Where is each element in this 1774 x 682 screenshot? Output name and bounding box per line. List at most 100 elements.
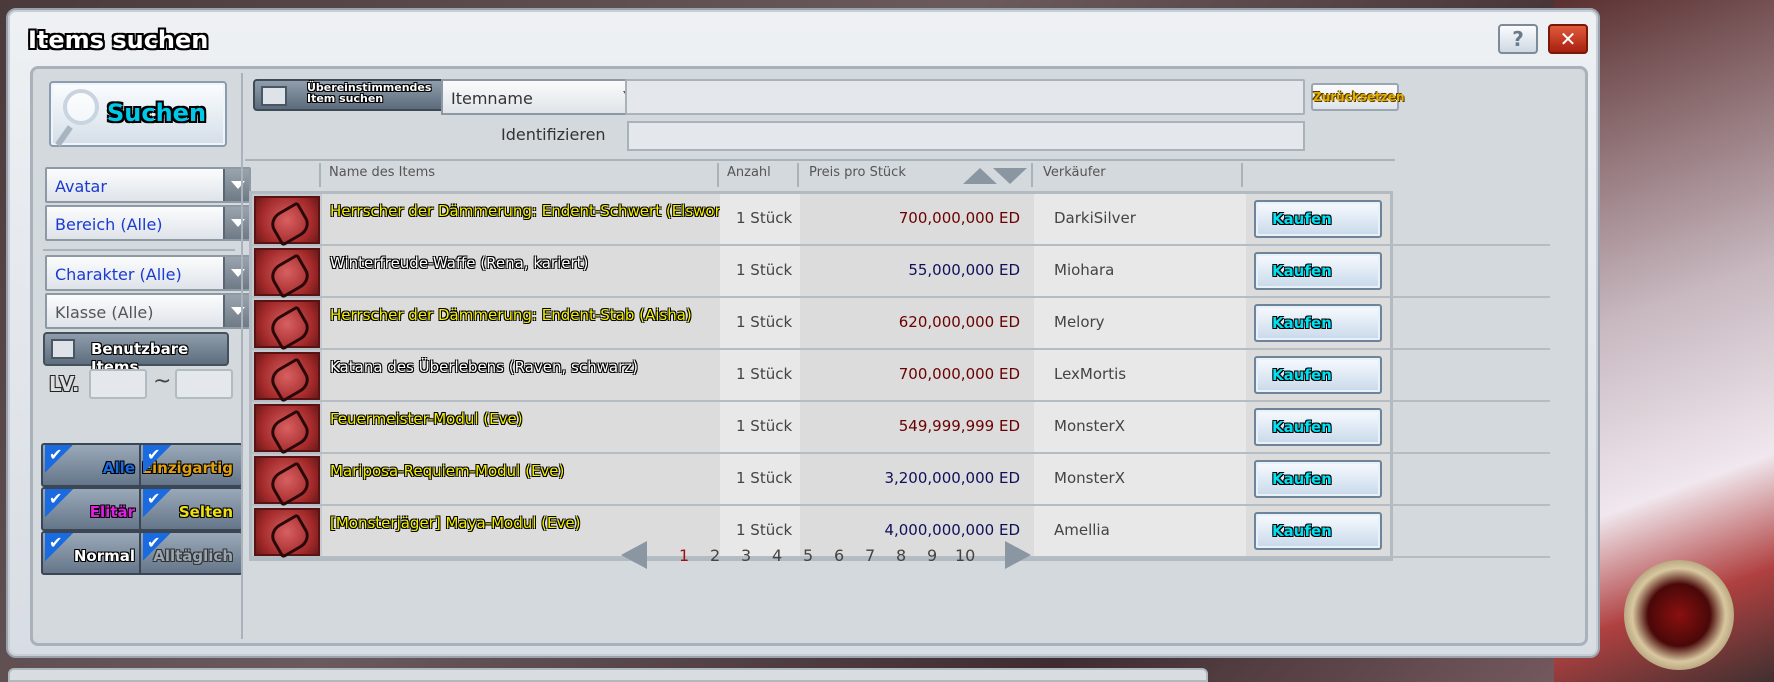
level-label: LV. bbox=[49, 372, 80, 396]
item-name: Mariposa-Requiem-Modul (Eve) bbox=[330, 462, 565, 480]
item-price: 55,000,000 ED bbox=[908, 261, 1020, 279]
column-separator bbox=[717, 163, 719, 187]
item-seller: MonsterX bbox=[1054, 417, 1125, 435]
buy-button[interactable]: Kaufen bbox=[1254, 252, 1382, 290]
help-button[interactable]: ? bbox=[1498, 24, 1538, 54]
page-8[interactable]: 8 bbox=[896, 546, 906, 565]
buy-button[interactable]: Kaufen bbox=[1254, 356, 1382, 394]
item-seller: Melory bbox=[1054, 313, 1105, 331]
search-field-select[interactable]: Itemname bbox=[441, 79, 647, 115]
avatar-dropdown[interactable]: Avatar bbox=[45, 167, 251, 203]
item-seller: Amellia bbox=[1054, 521, 1110, 539]
item-search-window: Items suchen ? ✕ Suchen Avatar Bereich (… bbox=[6, 8, 1600, 658]
header-divider bbox=[245, 159, 1395, 161]
col-header-name[interactable]: Name des Items bbox=[329, 165, 435, 180]
item-thumbnail bbox=[254, 196, 320, 244]
item-name: Katana des Überlebens (Raven, schwarz) bbox=[330, 358, 638, 376]
area-dropdown[interactable]: Bereich (Alle) bbox=[45, 205, 251, 241]
content-panel: Suchen Avatar Bereich (Alle) Charakter (… bbox=[30, 66, 1588, 646]
table-row: Herrscher der Dämmerung: Endent-Schwert … bbox=[252, 194, 1550, 246]
item-thumbnail bbox=[254, 248, 320, 296]
chevron-down-icon bbox=[223, 295, 249, 327]
table-row: Feuermeister-Modul (Eve) 1 Stück 549,999… bbox=[252, 402, 1550, 454]
column-separator bbox=[1241, 163, 1243, 187]
item-name: [Monsterjäger] Maya-Modul (Eve) bbox=[330, 514, 581, 532]
background-eye bbox=[1624, 560, 1734, 670]
col-header-price[interactable]: Preis pro Stück bbox=[809, 165, 906, 180]
item-price: 3,200,000,000 ED bbox=[884, 469, 1020, 487]
item-qty: 1 Stück bbox=[736, 365, 793, 383]
filter-elite[interactable]: Elitär bbox=[41, 487, 145, 531]
exact-match-toggle[interactable]: Übereinstimmendes Item suchen bbox=[253, 79, 463, 111]
usable-items-checkbox[interactable] bbox=[51, 339, 75, 359]
exact-match-checkbox[interactable] bbox=[261, 86, 287, 106]
page-9[interactable]: 9 bbox=[927, 546, 937, 565]
item-qty: 1 Stück bbox=[736, 209, 793, 227]
window-title: Items suchen bbox=[28, 26, 209, 54]
page-5[interactable]: 5 bbox=[803, 546, 813, 565]
column-separator bbox=[319, 163, 321, 187]
filter-unique[interactable]: Einzigartig bbox=[139, 443, 243, 487]
item-price: 700,000,000 ED bbox=[898, 209, 1020, 227]
col-header-seller[interactable]: Verkäufer bbox=[1043, 165, 1106, 180]
close-button[interactable]: ✕ bbox=[1548, 24, 1588, 54]
filter-normal[interactable]: Normal bbox=[41, 531, 145, 575]
table-row: Winterfreude-Waffe (Rena, kariert) 1 Stü… bbox=[252, 246, 1550, 298]
col-header-qty[interactable]: Anzahl bbox=[727, 165, 771, 180]
sort-descending-icon[interactable] bbox=[993, 168, 1027, 184]
panel-divider bbox=[241, 73, 243, 639]
page-1[interactable]: 1 bbox=[679, 546, 689, 565]
magnifier-icon bbox=[63, 89, 99, 125]
level-max-input[interactable] bbox=[175, 369, 233, 399]
item-thumbnail bbox=[254, 404, 320, 452]
level-min-input[interactable] bbox=[89, 369, 147, 399]
class-dropdown[interactable]: Klasse (Alle) bbox=[45, 293, 251, 329]
identify-input[interactable] bbox=[627, 121, 1305, 151]
page-4[interactable]: 4 bbox=[772, 546, 782, 565]
item-name: Feuermeister-Modul (Eve) bbox=[330, 410, 523, 428]
page-10[interactable]: 10 bbox=[955, 546, 975, 565]
close-icon: ✕ bbox=[1559, 27, 1577, 51]
page-2[interactable]: 2 bbox=[710, 546, 720, 565]
filter-common[interactable]: Alltäglich bbox=[139, 531, 243, 575]
filter-all[interactable]: Alle bbox=[41, 443, 145, 487]
item-qty: 1 Stück bbox=[736, 469, 793, 487]
item-qty: 1 Stück bbox=[736, 313, 793, 331]
filter-rare[interactable]: Selten bbox=[139, 487, 243, 531]
table-row: Mariposa-Requiem-Modul (Eve) 1 Stück 3,2… bbox=[252, 454, 1550, 506]
usable-items-toggle[interactable]: Benutzbare Items bbox=[43, 332, 229, 376]
sort-ascending-icon[interactable] bbox=[963, 168, 997, 184]
item-seller: LexMortis bbox=[1054, 365, 1127, 383]
previous-page-icon[interactable] bbox=[621, 541, 647, 569]
item-thumbnail bbox=[254, 456, 320, 504]
search-input[interactable] bbox=[625, 79, 1305, 115]
character-dropdown[interactable]: Charakter (Alle) bbox=[45, 255, 251, 291]
item-thumbnail bbox=[254, 508, 320, 556]
search-button-label: Suchen bbox=[107, 99, 207, 127]
buy-button[interactable]: Kaufen bbox=[1254, 408, 1382, 446]
buy-button[interactable]: Kaufen bbox=[1254, 200, 1382, 238]
item-price: 620,000,000 ED bbox=[898, 313, 1020, 331]
page-6[interactable]: 6 bbox=[834, 546, 844, 565]
item-name: Herrscher der Dämmerung: Endent-Stab (Ai… bbox=[330, 306, 692, 324]
item-price: 4,000,000,000 ED bbox=[884, 521, 1020, 539]
checkmark-icon bbox=[143, 489, 183, 519]
level-separator: ~ bbox=[153, 369, 172, 394]
item-qty: 1 Stück bbox=[736, 261, 793, 279]
chevron-down-icon bbox=[223, 257, 249, 289]
buy-button[interactable]: Kaufen bbox=[1254, 460, 1382, 498]
item-seller: Miohara bbox=[1054, 261, 1115, 279]
page-7[interactable]: 7 bbox=[865, 546, 875, 565]
table-row: Katana des Überlebens (Raven, schwarz) 1… bbox=[252, 350, 1550, 402]
search-button[interactable]: Suchen bbox=[49, 81, 227, 147]
item-table: Herrscher der Dämmerung: Endent-Schwert … bbox=[249, 191, 1550, 561]
page-3[interactable]: 3 bbox=[741, 546, 751, 565]
item-price: 549,999,999 ED bbox=[898, 417, 1020, 435]
column-separator bbox=[797, 163, 799, 187]
buy-button[interactable]: Kaufen bbox=[1254, 512, 1382, 550]
item-qty: 1 Stück bbox=[736, 417, 793, 435]
divider bbox=[43, 249, 235, 251]
next-page-icon[interactable] bbox=[1005, 541, 1031, 569]
reset-button[interactable]: Zurücksetzen bbox=[1311, 83, 1404, 111]
buy-button[interactable]: Kaufen bbox=[1254, 304, 1382, 342]
